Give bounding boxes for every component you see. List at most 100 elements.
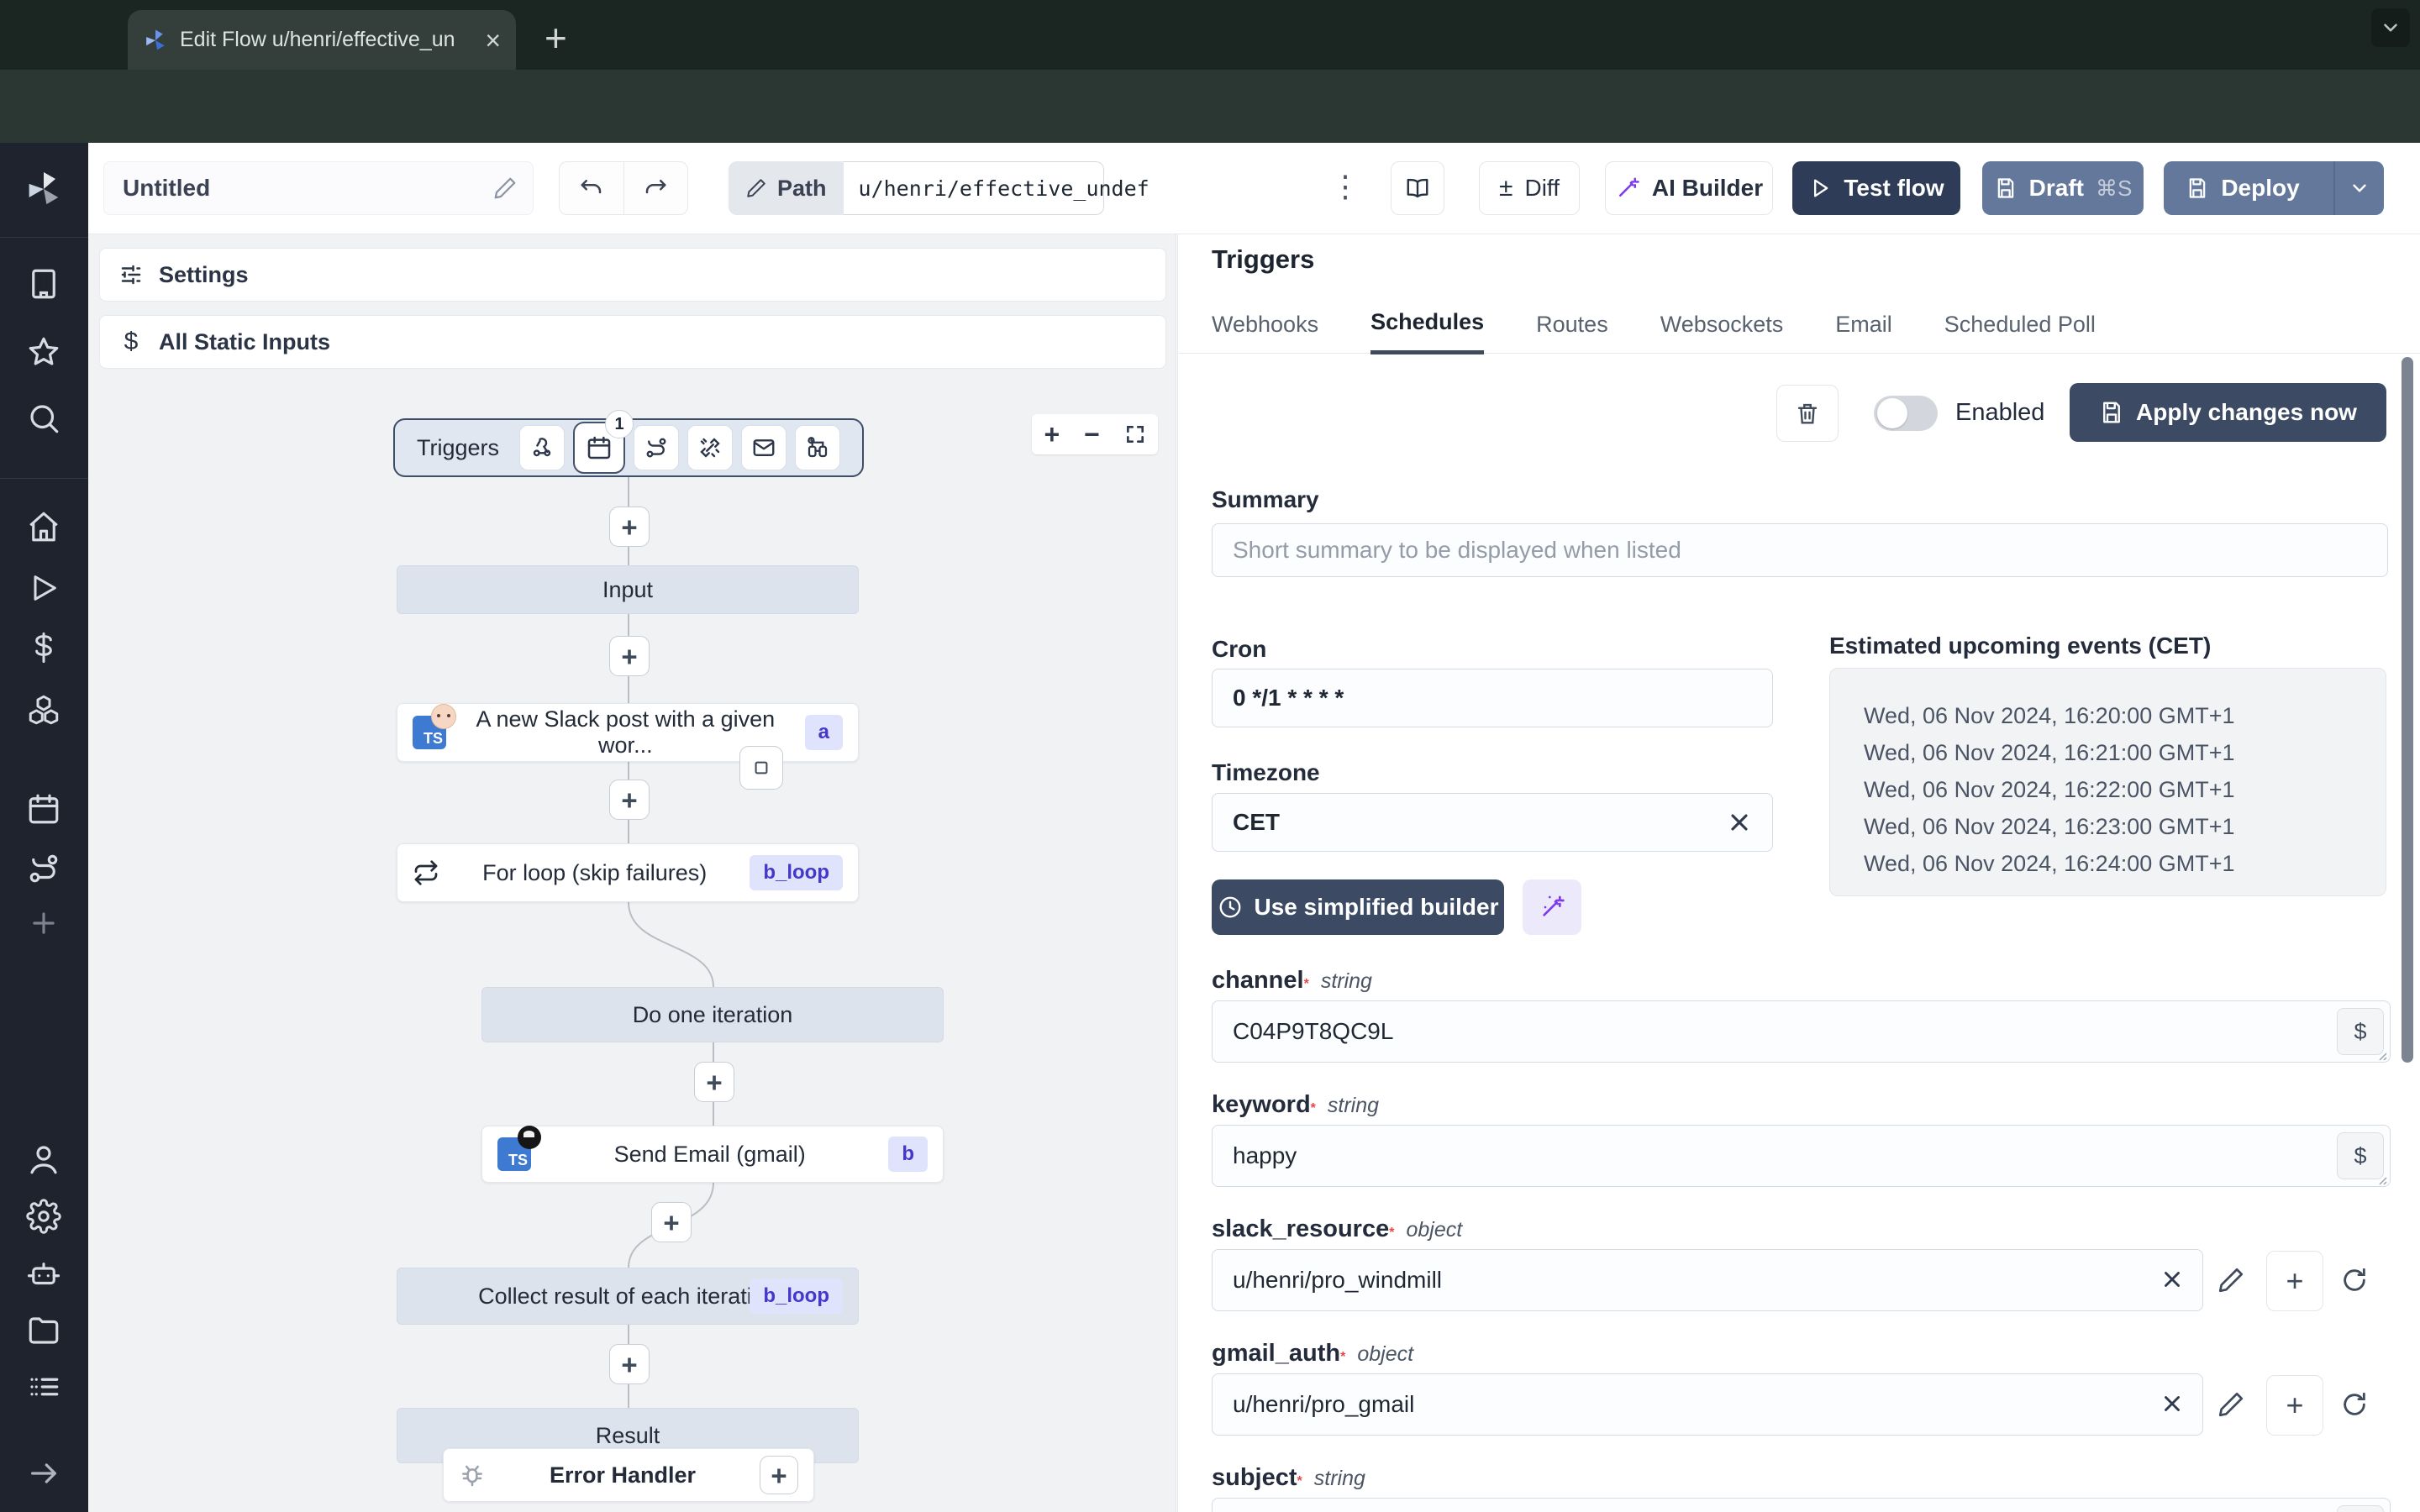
sidebar-item-resources[interactable] (26, 692, 61, 727)
forloop-node[interactable]: For loop (skip failures) b_loop (397, 843, 859, 902)
tab-scheduled-poll[interactable]: Scheduled Poll (1944, 312, 2096, 353)
timezone-input[interactable] (1212, 793, 1773, 852)
all-static-inputs-card[interactable]: $ All Static Inputs (99, 315, 1166, 369)
keyword-input[interactable] (1212, 1125, 2391, 1187)
webhook-trigger-icon[interactable] (519, 425, 566, 470)
gmail-auth-input[interactable] (1212, 1373, 2203, 1436)
tab-routes[interactable]: Routes (1536, 312, 1608, 353)
resize-handle[interactable] (2375, 1173, 2387, 1185)
add-step-button[interactable]: + (609, 636, 650, 676)
websocket-trigger-icon[interactable] (687, 425, 734, 470)
sidebar-item-workers[interactable] (26, 1257, 61, 1292)
redo-button[interactable] (624, 162, 688, 214)
add-step-button[interactable]: + (694, 1062, 734, 1102)
sidebar-item-add[interactable] (28, 907, 60, 939)
do-one-iteration-node[interactable]: Do one iteration (481, 987, 944, 1042)
email-trigger-icon[interactable] (741, 425, 787, 470)
add-step-button[interactable]: + (609, 1344, 650, 1384)
add-step-button[interactable]: + (609, 780, 650, 820)
channel-input[interactable] (1212, 1000, 2391, 1063)
windmill-logo[interactable] (24, 169, 64, 209)
sidebar-item-variables[interactable] (27, 631, 60, 664)
flow-name-box[interactable]: Untitled (103, 161, 534, 215)
resize-handle[interactable] (2375, 1049, 2387, 1061)
path-input[interactable]: u/henri/effective_undef (843, 161, 1150, 215)
path-label-segment[interactable]: Path (729, 161, 844, 215)
step-id-badge: a (804, 715, 843, 750)
sidebar-item-users[interactable] (26, 1142, 61, 1177)
browser-tab[interactable]: Edit Flow u/henri/effective_un × (128, 10, 516, 70)
sidebar-item-search[interactable] (26, 401, 61, 436)
sidebar-item-runs[interactable] (27, 571, 60, 605)
collect-result-node[interactable]: Collect result of each iteration b_loop (397, 1268, 859, 1325)
simplified-builder-button[interactable]: Use simplified builder (1212, 879, 1504, 935)
subject-field-label: subject* string (1212, 1464, 1365, 1492)
tab-search-button[interactable] (2371, 8, 2410, 47)
diff-button[interactable]: ± Diff (1479, 161, 1580, 215)
add-resource-button[interactable]: + (2266, 1375, 2323, 1436)
docs-button[interactable] (1391, 161, 1444, 215)
sidebar-item-logs[interactable] (26, 1369, 61, 1404)
send-email-node[interactable]: TS Send Email (gmail) b (481, 1126, 944, 1183)
summary-input[interactable] (1212, 523, 2388, 577)
sidebar-item-settings[interactable] (26, 1199, 61, 1234)
error-handler-node[interactable]: Error Handler + (443, 1448, 814, 1502)
sidebar-item-favorites[interactable] (26, 334, 61, 370)
cron-input[interactable] (1212, 669, 1773, 727)
deploy-main[interactable]: Deploy (2164, 175, 2321, 202)
ai-builder-button[interactable]: AI Builder (1605, 161, 1773, 215)
undo-button[interactable] (560, 162, 624, 214)
schedule-trigger-icon[interactable]: 1 (573, 410, 634, 474)
test-flow-button[interactable]: Test flow (1792, 161, 1960, 215)
zoom-out-button[interactable]: − (1084, 419, 1100, 450)
scheduled-poll-trigger-icon[interactable] (795, 425, 841, 470)
skip-module-button[interactable] (739, 746, 783, 790)
tab-schedules[interactable]: Schedules (1370, 309, 1485, 354)
sidebar-expand-button[interactable] (27, 1457, 60, 1490)
add-resource-button[interactable]: + (2266, 1251, 2323, 1311)
insert-expression-button[interactable]: $ (2337, 1008, 2384, 1055)
clear-resource-button[interactable] (2160, 1391, 2185, 1416)
zoom-in-button[interactable]: + (1044, 419, 1060, 450)
new-tab-button[interactable]: + (544, 15, 567, 60)
tab-websockets[interactable]: Websockets (1660, 312, 1784, 353)
triggers-node[interactable]: Triggers 1 (393, 410, 864, 477)
tab-close-icon[interactable]: × (485, 27, 501, 54)
add-step-button[interactable]: + (651, 1202, 692, 1242)
fit-view-button[interactable] (1124, 423, 1146, 445)
input-node[interactable]: Input (397, 565, 859, 614)
ai-cron-button[interactable] (1523, 879, 1581, 935)
enabled-toggle[interactable] (1874, 396, 1938, 431)
slack-step-node[interactable]: TS A new Slack post with a given wor... … (397, 703, 859, 762)
clear-timezone-button[interactable] (1726, 809, 1753, 836)
clear-resource-button[interactable] (2160, 1267, 2185, 1292)
sidebar-item-home[interactable] (26, 509, 61, 544)
route-trigger-icon[interactable] (634, 425, 680, 470)
deploy-button[interactable]: Deploy (2164, 161, 2384, 215)
delete-schedule-button[interactable] (1776, 385, 1839, 442)
add-error-handler-button[interactable]: + (760, 1456, 798, 1494)
apply-changes-button[interactable]: Apply changes now (2070, 383, 2386, 442)
refresh-resource-button[interactable] (2340, 1266, 2369, 1294)
tab-email[interactable]: Email (1835, 312, 1892, 353)
draft-button[interactable]: Draft ⌘S (1982, 161, 2144, 215)
insert-expression-button[interactable]: $ (2337, 1132, 2384, 1179)
edit-resource-button[interactable] (2217, 1266, 2245, 1294)
sidebar-item-routes[interactable] (26, 851, 61, 886)
settings-card[interactable]: Settings (99, 248, 1166, 302)
sidebar-item-schedules[interactable] (26, 791, 61, 827)
refresh-resource-button[interactable] (2340, 1390, 2369, 1419)
panel-scrollbar-thumb[interactable] (2402, 357, 2413, 1063)
subject-input[interactable] (1212, 1498, 2391, 1512)
insert-expression-button[interactable]: $ (2337, 1505, 2384, 1512)
flow-canvas[interactable]: Settings $ All Static Inputs Triggers 1 (88, 234, 1176, 1512)
tab-webhooks[interactable]: Webhooks (1212, 312, 1318, 353)
add-step-button[interactable]: + (609, 507, 650, 547)
deploy-dropdown[interactable] (2333, 161, 2384, 215)
pencil-icon[interactable] (492, 176, 518, 201)
sidebar-item-workspace[interactable] (26, 266, 61, 302)
sidebar-item-folders[interactable] (26, 1313, 61, 1348)
more-options-kebab-icon[interactable]: ⋮ (1330, 171, 1360, 202)
edit-resource-button[interactable] (2217, 1390, 2245, 1419)
slack-resource-input[interactable] (1212, 1249, 2203, 1311)
